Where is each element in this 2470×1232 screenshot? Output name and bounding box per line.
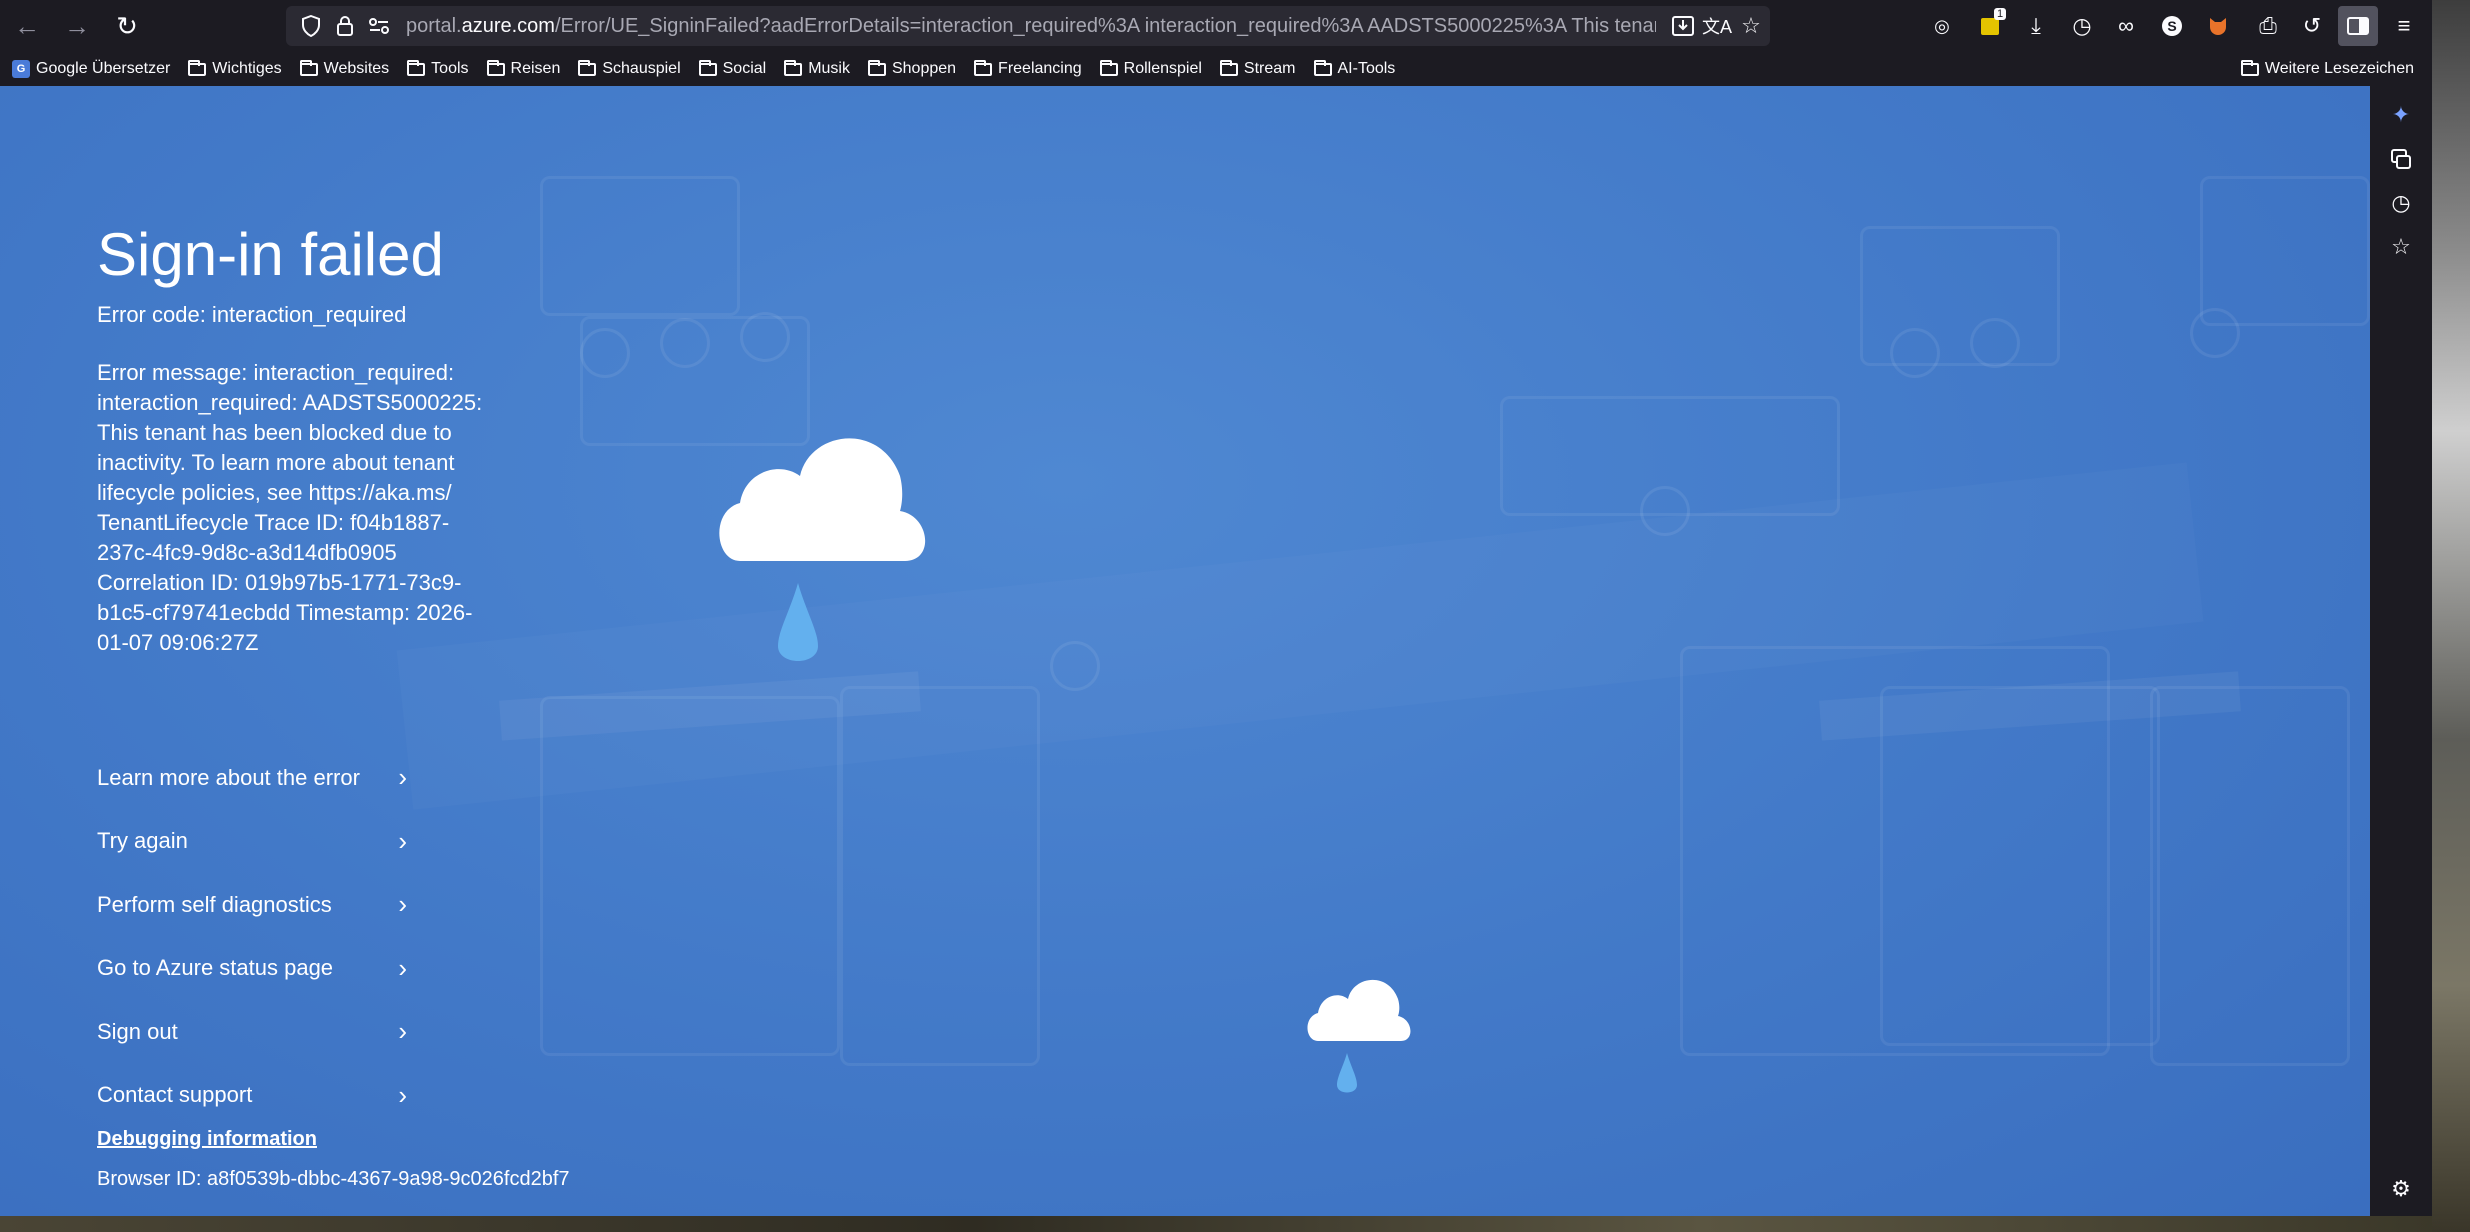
chevron-right-icon: › bbox=[398, 825, 407, 856]
desktop-background bbox=[2432, 0, 2470, 1232]
decor-circle bbox=[1970, 318, 2020, 368]
chevron-right-icon: › bbox=[398, 762, 407, 793]
folder-icon bbox=[407, 59, 426, 76]
gear-icon[interactable]: ⚙ bbox=[2384, 1172, 2418, 1206]
folder-icon bbox=[578, 59, 597, 76]
action-links: Learn more about the error › Try again › P… bbox=[97, 746, 407, 1127]
synced-tabs-icon[interactable] bbox=[2384, 142, 2418, 176]
folder-icon bbox=[1313, 59, 1332, 76]
folder-icon bbox=[1099, 59, 1118, 76]
bookmark-folder[interactable]: Wichtiges bbox=[188, 59, 282, 78]
browser-sidebar: ✦ ◷ ☆ ⚙ bbox=[2370, 86, 2432, 1216]
error-message: Error message: interaction_required: int… bbox=[97, 360, 483, 655]
folder-icon bbox=[974, 59, 993, 76]
back-button[interactable]: ← bbox=[4, 3, 50, 49]
bookmark-folder[interactable]: Musik bbox=[784, 59, 850, 78]
decor-circle bbox=[660, 318, 710, 368]
private-mask-icon[interactable]: ∞ bbox=[2106, 6, 2146, 46]
browser-toolbar: ← → ↻ portal.azure.com/Error/UE_SigninFa… bbox=[0, 0, 2470, 52]
arrow-left-icon: ← bbox=[14, 10, 40, 41]
desktop-background bbox=[0, 1216, 2432, 1232]
folder-icon bbox=[698, 59, 717, 76]
decor-circle bbox=[740, 312, 790, 362]
bookmark-folder[interactable]: AI-Tools bbox=[1313, 59, 1395, 78]
learn-more-link[interactable]: Learn more about the error › bbox=[97, 746, 407, 810]
reload-icon: ↻ bbox=[116, 10, 138, 41]
browser-id: Browser ID: a8f0539b-dbbc-4367-9a98-9c02… bbox=[97, 1168, 570, 1190]
sign-out-link[interactable]: Sign out › bbox=[97, 1000, 407, 1064]
azure-status-link[interactable]: Go to Azure status page › bbox=[97, 937, 407, 1001]
cloud-rain-icon bbox=[719, 438, 926, 661]
reload-button[interactable]: ↻ bbox=[104, 3, 150, 49]
decor-panel bbox=[2150, 686, 2350, 1066]
error-page: Sign-in failed Error code: interaction_r… bbox=[0, 86, 2370, 1216]
extension-eye-icon[interactable]: ◎ bbox=[1922, 6, 1962, 46]
extension-note-icon[interactable]: 1 bbox=[1970, 6, 2010, 46]
bookmark-folder[interactable]: Rollenspiel bbox=[1099, 59, 1202, 78]
ai-sparkle-icon[interactable]: ✦ bbox=[2384, 98, 2418, 132]
site-permissions-icon[interactable] bbox=[362, 9, 396, 43]
folder-icon bbox=[486, 59, 505, 76]
decor-panel bbox=[1880, 686, 2160, 1046]
install-app-icon[interactable] bbox=[1666, 8, 1700, 44]
bookmark-folder[interactable]: Tools bbox=[407, 59, 469, 78]
decor-panel bbox=[2200, 176, 2370, 326]
history-icon[interactable]: ◷ bbox=[2384, 186, 2418, 220]
decor-circle bbox=[1890, 328, 1940, 378]
bookmark-folder[interactable]: Websites bbox=[299, 59, 389, 78]
folder-icon bbox=[299, 59, 318, 76]
folder-icon bbox=[784, 59, 803, 76]
arrow-right-icon: → bbox=[64, 10, 90, 41]
folder-icon bbox=[867, 59, 886, 76]
downloads-icon[interactable]: ⤓ bbox=[2016, 6, 2056, 46]
decor-circle bbox=[580, 328, 630, 378]
self-diagnostics-link[interactable]: Perform self diagnostics › bbox=[97, 873, 407, 937]
error-code: Error code: interaction_required bbox=[97, 302, 407, 327]
url-bar[interactable]: portal.azure.com/Error/UE_SigninFailed?a… bbox=[286, 6, 1770, 46]
bookmark-folder[interactable]: Stream bbox=[1219, 59, 1296, 78]
url-text[interactable]: portal.azure.com/Error/UE_SigninFailed?a… bbox=[406, 15, 1656, 38]
folder-icon bbox=[188, 59, 207, 76]
chevron-right-icon: › bbox=[398, 1016, 407, 1047]
svg-text:S: S bbox=[2167, 18, 2176, 34]
sidebar-toggle-icon[interactable] bbox=[2338, 6, 2378, 46]
bookmark-folder[interactable]: Reisen bbox=[486, 59, 560, 78]
extension-fox-icon[interactable] bbox=[2198, 6, 2238, 46]
bookmark-folder[interactable]: Shoppen bbox=[867, 59, 956, 78]
bookmark-folder[interactable]: Schauspiel bbox=[578, 59, 681, 78]
bookmark-google-uebersetzer[interactable]: G Google Übersetzer bbox=[12, 60, 170, 78]
bookmark-folder[interactable]: Social bbox=[698, 59, 766, 78]
extension-badge: 1 bbox=[1994, 8, 2007, 20]
bookmark-folder[interactable]: Freelancing bbox=[974, 59, 1082, 78]
decor-circle bbox=[2190, 308, 2240, 358]
debugging-info-link[interactable]: Debugging information bbox=[97, 1128, 317, 1151]
decor-panel bbox=[540, 176, 740, 316]
google-translate-icon: G bbox=[12, 60, 30, 78]
star-icon[interactable]: ☆ bbox=[1734, 8, 1768, 44]
small-cloud-rain-icon bbox=[1307, 979, 1411, 1093]
lock-icon[interactable] bbox=[328, 9, 362, 43]
bookmarks-bar: G Google Übersetzer Wichtiges Websites To… bbox=[0, 52, 2470, 86]
folder-icon bbox=[1219, 59, 1238, 76]
restore-session-icon[interactable]: ↺ bbox=[2292, 6, 2332, 46]
menu-icon[interactable]: ≡ bbox=[2384, 6, 2424, 46]
folder-icon bbox=[2240, 59, 2259, 76]
shield-icon[interactable] bbox=[294, 9, 328, 43]
print-icon[interactable]: ⎙ bbox=[2248, 6, 2288, 46]
forward-button[interactable]: → bbox=[54, 3, 100, 49]
other-bookmarks[interactable]: Weitere Lesezeichen bbox=[2240, 52, 2414, 86]
contact-support-link[interactable]: Contact support › bbox=[97, 1064, 407, 1128]
try-again-link[interactable]: Try again › bbox=[97, 810, 407, 874]
chevron-right-icon: › bbox=[398, 952, 407, 983]
translate-icon[interactable]: 文A bbox=[1700, 8, 1734, 44]
chevron-right-icon: › bbox=[398, 1079, 407, 1110]
page-title: Sign-in failed bbox=[97, 221, 444, 288]
history-icon[interactable]: ◷ bbox=[2062, 6, 2102, 46]
extension-s-icon[interactable]: S bbox=[2152, 6, 2192, 46]
bookmarks-star-icon[interactable]: ☆ bbox=[2384, 230, 2418, 264]
chevron-right-icon: › bbox=[398, 889, 407, 920]
